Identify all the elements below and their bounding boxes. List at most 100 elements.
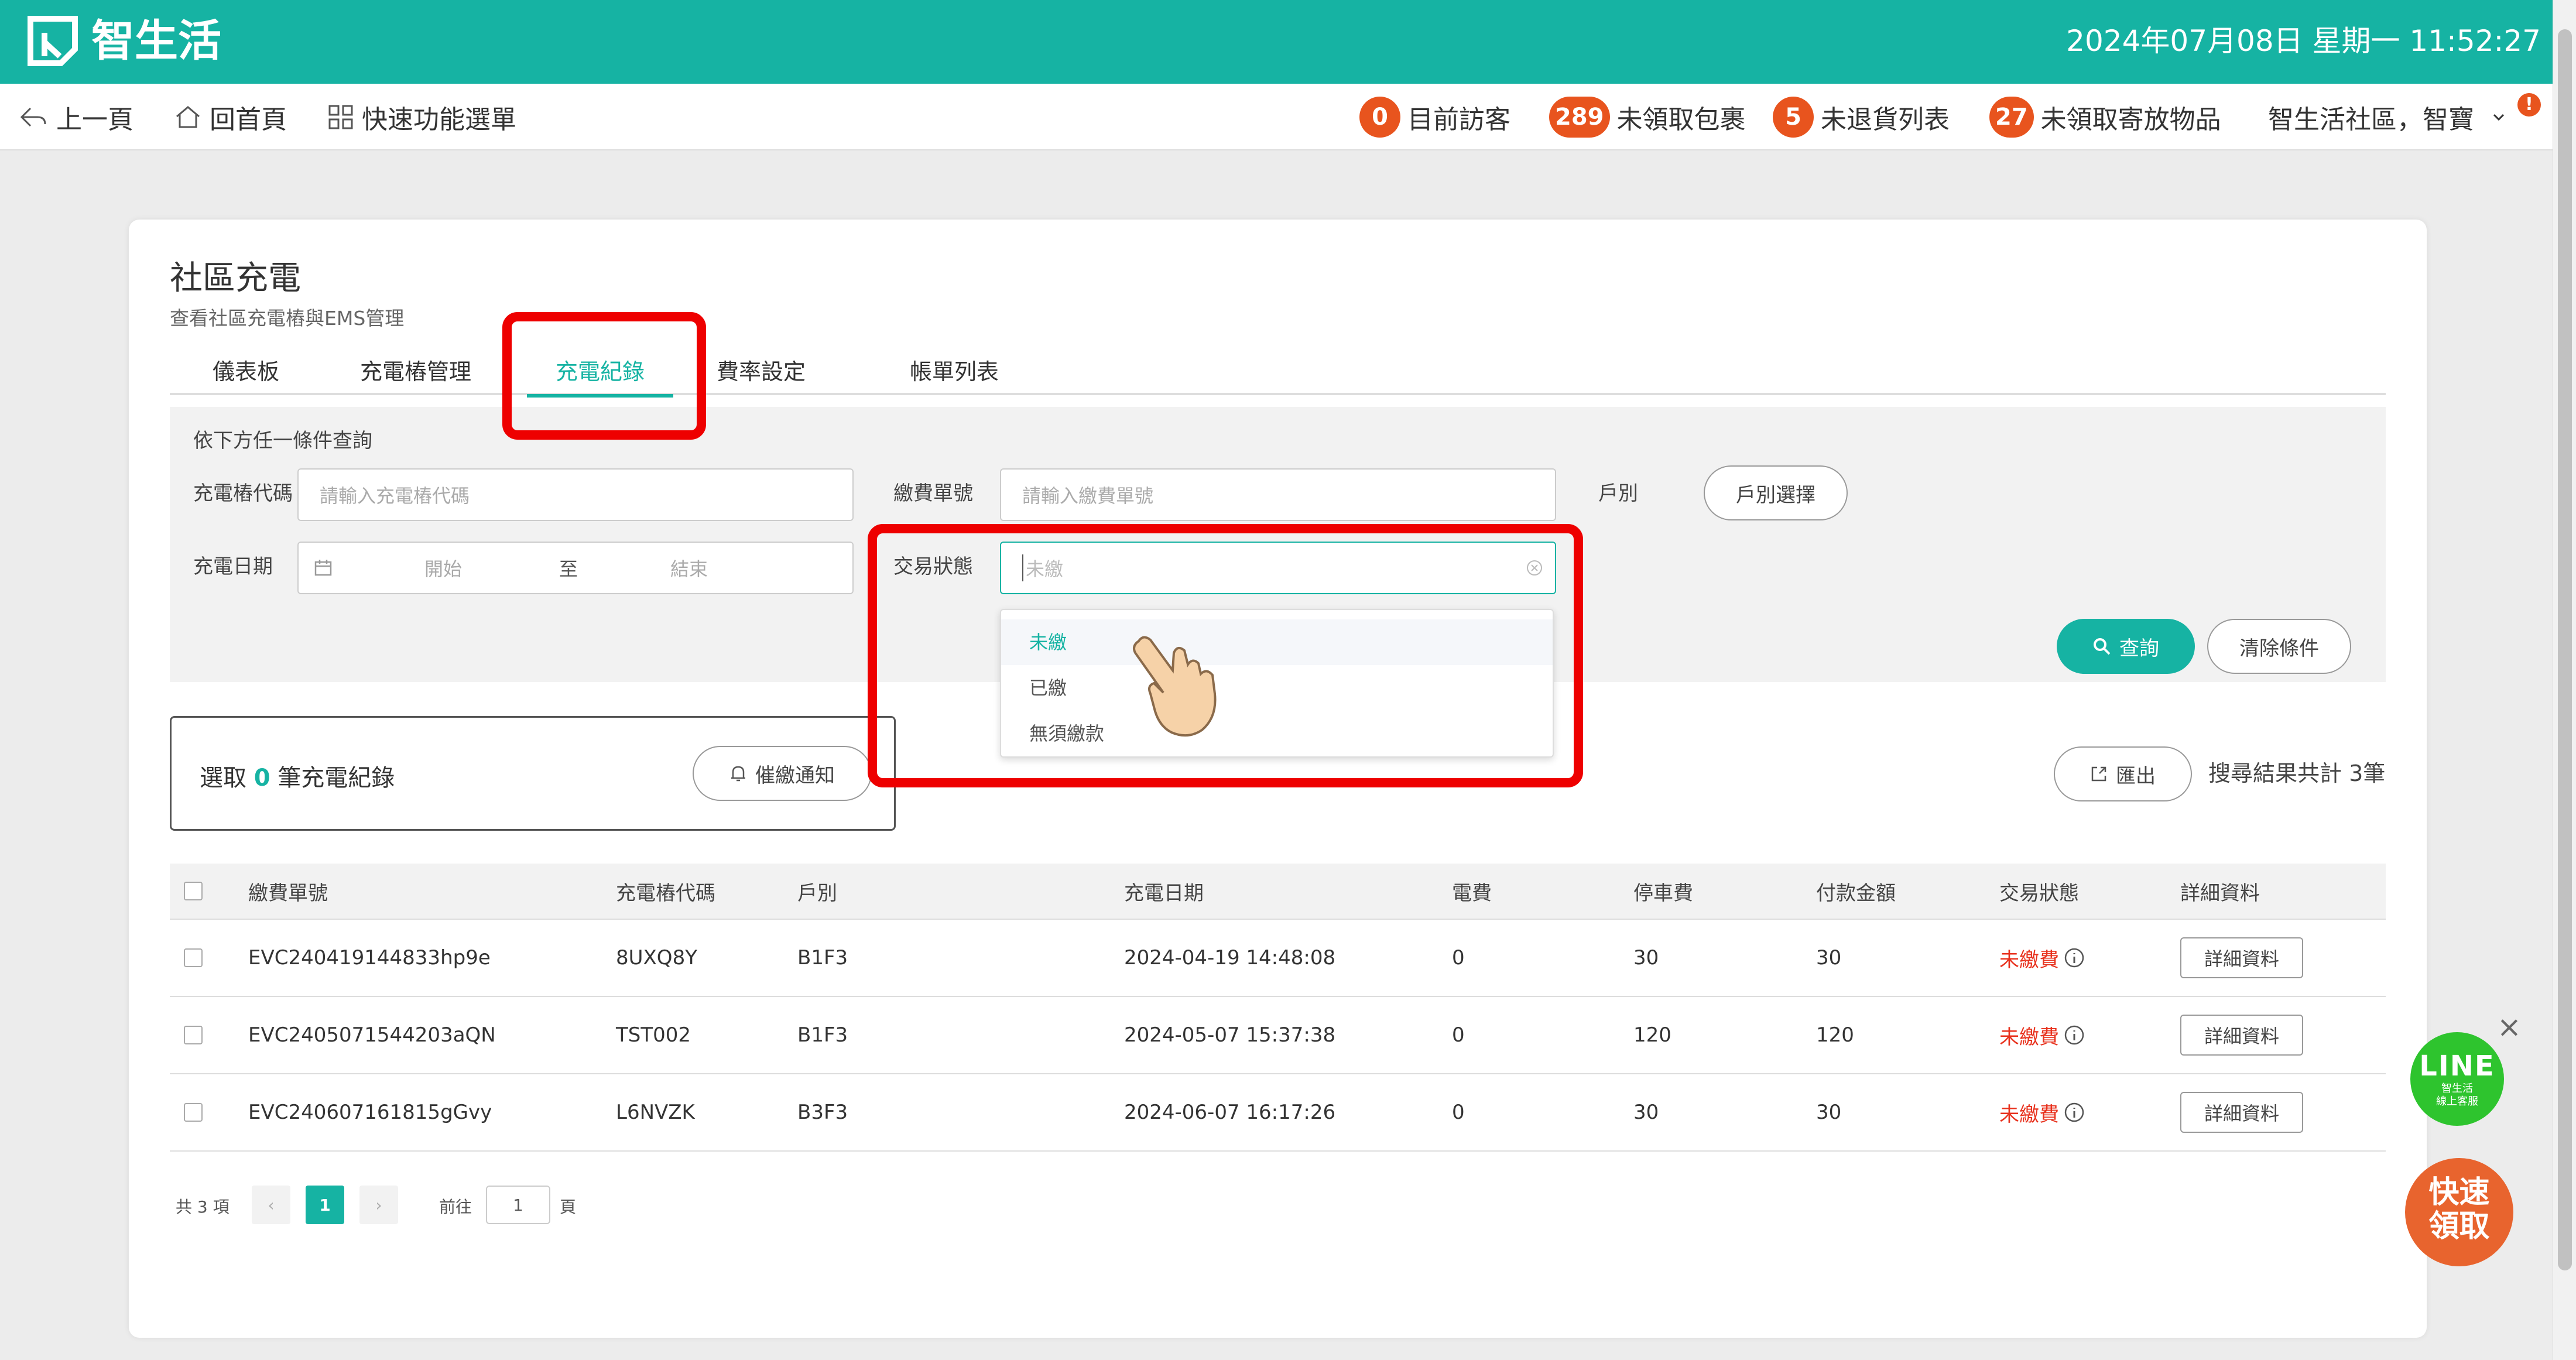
selection-suffix: 筆充電紀錄 [278,765,395,792]
tab-rate-settings[interactable]: 費率設定 [685,354,837,395]
info-circle-icon[interactable] [2064,1025,2085,1046]
col-amount: 付款金額 [1816,881,1896,905]
scrollbar-thumb[interactable] [2558,29,2572,1270]
packages-count-badge: 289 [1549,97,1610,138]
page-subtitle: 查看社區充電樁與EMS管理 [170,307,405,330]
selection-summary: 選取 0 筆充電紀錄 [200,759,395,793]
bill-no-cell: EVC240419144833hp9e [248,946,491,970]
quick-menu-link[interactable]: 快速功能選單 [328,84,516,150]
chevron-down-icon [2492,111,2506,123]
returns-count-badge: 5 [1773,97,1814,138]
select-all-cell [184,864,203,919]
parking-cell: 120 [1633,1023,1671,1047]
select-all-checkbox[interactable] [184,882,203,900]
user-menu[interactable]: 智生活社區，智寶 [2268,84,2514,150]
status-text: 未繳費 [1999,1025,2059,1049]
table-row: EVC2405071544203aQN TST002 B1F3 2024-05-… [170,997,2386,1074]
row-select-cell [184,920,203,996]
current-datetime: 2024年07月08日 星期一 11:52:27 [2066,24,2541,58]
electricity-cell: 0 [1452,1101,1465,1124]
search-button-label: 查詢 [2119,636,2159,660]
detail-button[interactable]: 詳細資料 [2180,1092,2303,1133]
household-cell: B1F3 [797,946,848,970]
date-cell: 2024-05-07 15:37:38 [1124,1023,1336,1047]
bill-no-input[interactable]: 請輸入繳費單號 [1000,468,1556,521]
returns-link[interactable]: 5 未退貨列表 [1773,84,1950,150]
brand-name[interactable]: 智生活 [91,13,221,69]
export-button[interactable]: 匯出 [2054,746,2192,801]
visitors-link[interactable]: 0 目前訪客 [1359,84,1510,150]
household-select-button[interactable]: 戶別選擇 [1704,465,1848,520]
alert-badge[interactable]: ! [2517,93,2541,117]
back-link[interactable]: 上一頁 [19,84,133,150]
detail-cell: 詳細資料 [2180,1074,2303,1150]
search-button[interactable]: 查詢 [2057,619,2195,674]
parking-cell: 30 [1633,946,1659,970]
records-table: 繳費單號 充電樁代碼 戶別 充電日期 電費 停車費 付款金額 交易狀態 詳細資料… [170,864,2386,1152]
detail-button[interactable]: 詳細資料 [2180,937,2303,978]
household-cell: B3F3 [797,1101,848,1124]
export-icon [2090,765,2108,783]
date-end-placeholder[interactable]: 結束 [670,554,708,581]
status-text: 未繳費 [1999,1102,2059,1126]
bell-icon [729,764,747,783]
goto-page-input[interactable]: 1 [486,1186,550,1224]
page-1-button[interactable]: 1 [306,1186,344,1224]
community-user-label: 智生活社區，智寶 [2268,105,2474,135]
charger-cell: TST002 [616,1023,691,1047]
stored-items-link[interactable]: 27 未領取寄放物品 [1989,84,2221,150]
grid-icon [328,104,354,130]
tab-dashboard[interactable]: 儀表板 [170,354,322,395]
date-cell: 2024-06-07 16:17:26 [1124,1101,1336,1124]
household-label: 戶別 [1598,482,1638,505]
info-circle-icon[interactable] [2064,947,2085,968]
col-parking-fee: 停車費 [1633,881,1693,905]
packages-label: 未領取包裹 [1616,105,1746,135]
stored-count-badge: 27 [1989,97,2034,138]
charger-cell: L6NVZK [616,1101,695,1124]
line-sub-label-2: 線上客服 [2436,1095,2478,1108]
app-logo-icon [28,16,78,66]
quick-pickup-button[interactable]: 快速 領取 [2405,1158,2513,1266]
bill-no-cell: EVC240607161815gGvy [248,1101,492,1124]
col-details: 詳細資料 [2180,881,2260,905]
col-charger-code: 充電樁代碼 [616,881,715,905]
date-start-placeholder[interactable]: 開始 [424,554,462,581]
tab-highlight-annotation [502,312,706,440]
packages-link[interactable]: 289 未領取包裹 [1549,84,1746,150]
filter-heading: 依下方任一條件查詢 [193,429,372,453]
home-link[interactable]: 回首頁 [174,84,287,150]
detail-button[interactable]: 詳細資料 [2180,1015,2303,1056]
top-header: 智生活 2024年07月08日 星期一 11:52:27 [0,0,2553,84]
info-circle-icon[interactable] [2064,1102,2085,1123]
payment-reminder-button[interactable]: 催繳通知 [693,746,872,801]
clear-filters-button[interactable]: 清除條件 [2207,619,2351,674]
amount-cell: 30 [1816,1101,1842,1124]
quick-menu-label: 快速功能選單 [362,105,516,135]
returns-label: 未退貨列表 [1821,105,1950,135]
prev-page-button[interactable]: ‹ [252,1186,290,1224]
goto-prefix: 前往 [439,1197,472,1217]
pagination: 共 3 項 ‹ 1 › 前往 1 頁 [176,1186,703,1227]
table-row: EVC240607161815gGvy L6NVZK B3F3 2024-06-… [170,1074,2386,1152]
row-select-cell [184,1074,203,1150]
page-scrollbar[interactable] [2553,0,2576,1360]
row-checkbox[interactable] [184,1026,203,1044]
row-checkbox[interactable] [184,948,203,967]
date-range-picker[interactable]: 開始 至 結束 [297,542,854,594]
charger-code-input[interactable]: 請輸入充電樁代碼 [297,468,854,521]
next-page-button[interactable]: › [359,1186,398,1224]
line-support-button[interactable]: LINE 智生活 線上客服 [2410,1032,2504,1126]
amount-cell: 30 [1816,946,1842,970]
tab-charger-management[interactable]: 充電樁管理 [322,354,509,395]
selection-count: 0 [254,765,270,792]
table-header: 繳費單號 充電樁代碼 戶別 充電日期 電費 停車費 付款金額 交易狀態 詳細資料 [170,864,2386,920]
close-icon[interactable]: × [2497,1010,2522,1044]
col-charge-date: 充電日期 [1124,881,1204,905]
tab-billing-list[interactable]: 帳單列表 [878,354,1030,395]
electricity-cell: 0 [1452,946,1465,970]
result-count: 搜尋結果共計 3筆 [2208,760,2386,786]
col-electricity-fee: 電費 [1452,881,1492,905]
row-checkbox[interactable] [184,1103,203,1122]
bill-no-cell: EVC2405071544203aQN [248,1023,496,1047]
